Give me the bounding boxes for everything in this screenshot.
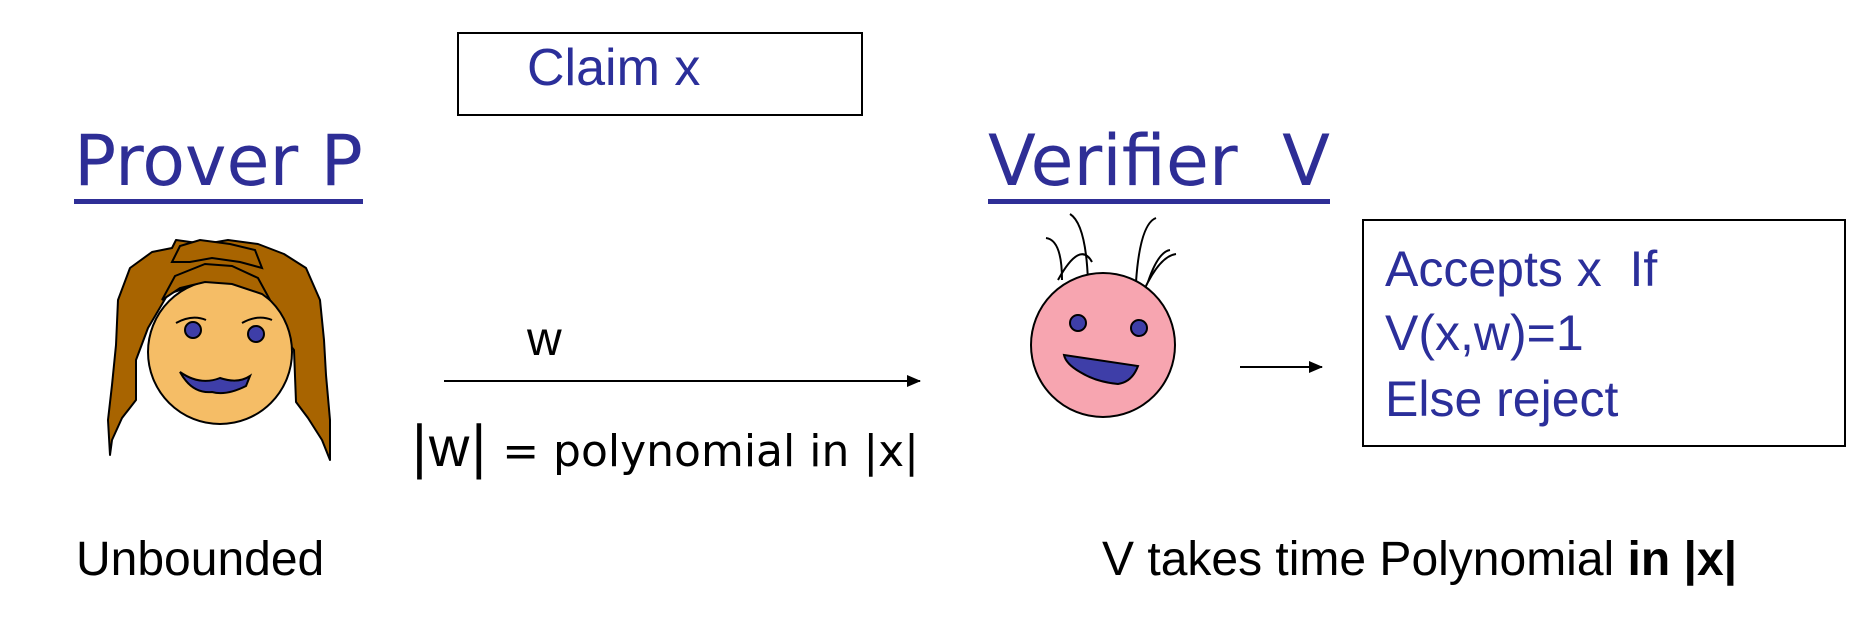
verifier-right-eye [1130, 319, 1148, 337]
verifier-caption: V takes time Polynomial in |x| [1102, 532, 1737, 587]
decision-line-2: V(x,w)=1 [1385, 305, 1584, 361]
girl-face-icon [107, 238, 331, 461]
verifier-caption-bold: in |x| [1627, 533, 1738, 586]
message-label: w [527, 313, 562, 366]
decision-line-3: Else reject [1385, 371, 1619, 427]
prover-right-eye [247, 325, 265, 343]
alien-face-icon [1030, 213, 1177, 418]
length-rest: = polynomial in |x| [488, 426, 920, 477]
length-var: w [428, 415, 470, 478]
prover-face [147, 279, 293, 425]
verifier-face [1030, 272, 1176, 418]
length-bar-right: | [469, 415, 489, 480]
prover-left-eye [184, 321, 202, 339]
message-length-note: |w| = polynomial in |x| [410, 414, 919, 480]
verifier-caption-plain: V takes time Polynomial [1102, 533, 1628, 586]
decision-line-1: Accepts x If [1385, 241, 1658, 297]
verifier-left-eye [1069, 314, 1087, 332]
length-bar-left: | [410, 415, 429, 480]
prover-caption: Unbounded [76, 533, 325, 586]
